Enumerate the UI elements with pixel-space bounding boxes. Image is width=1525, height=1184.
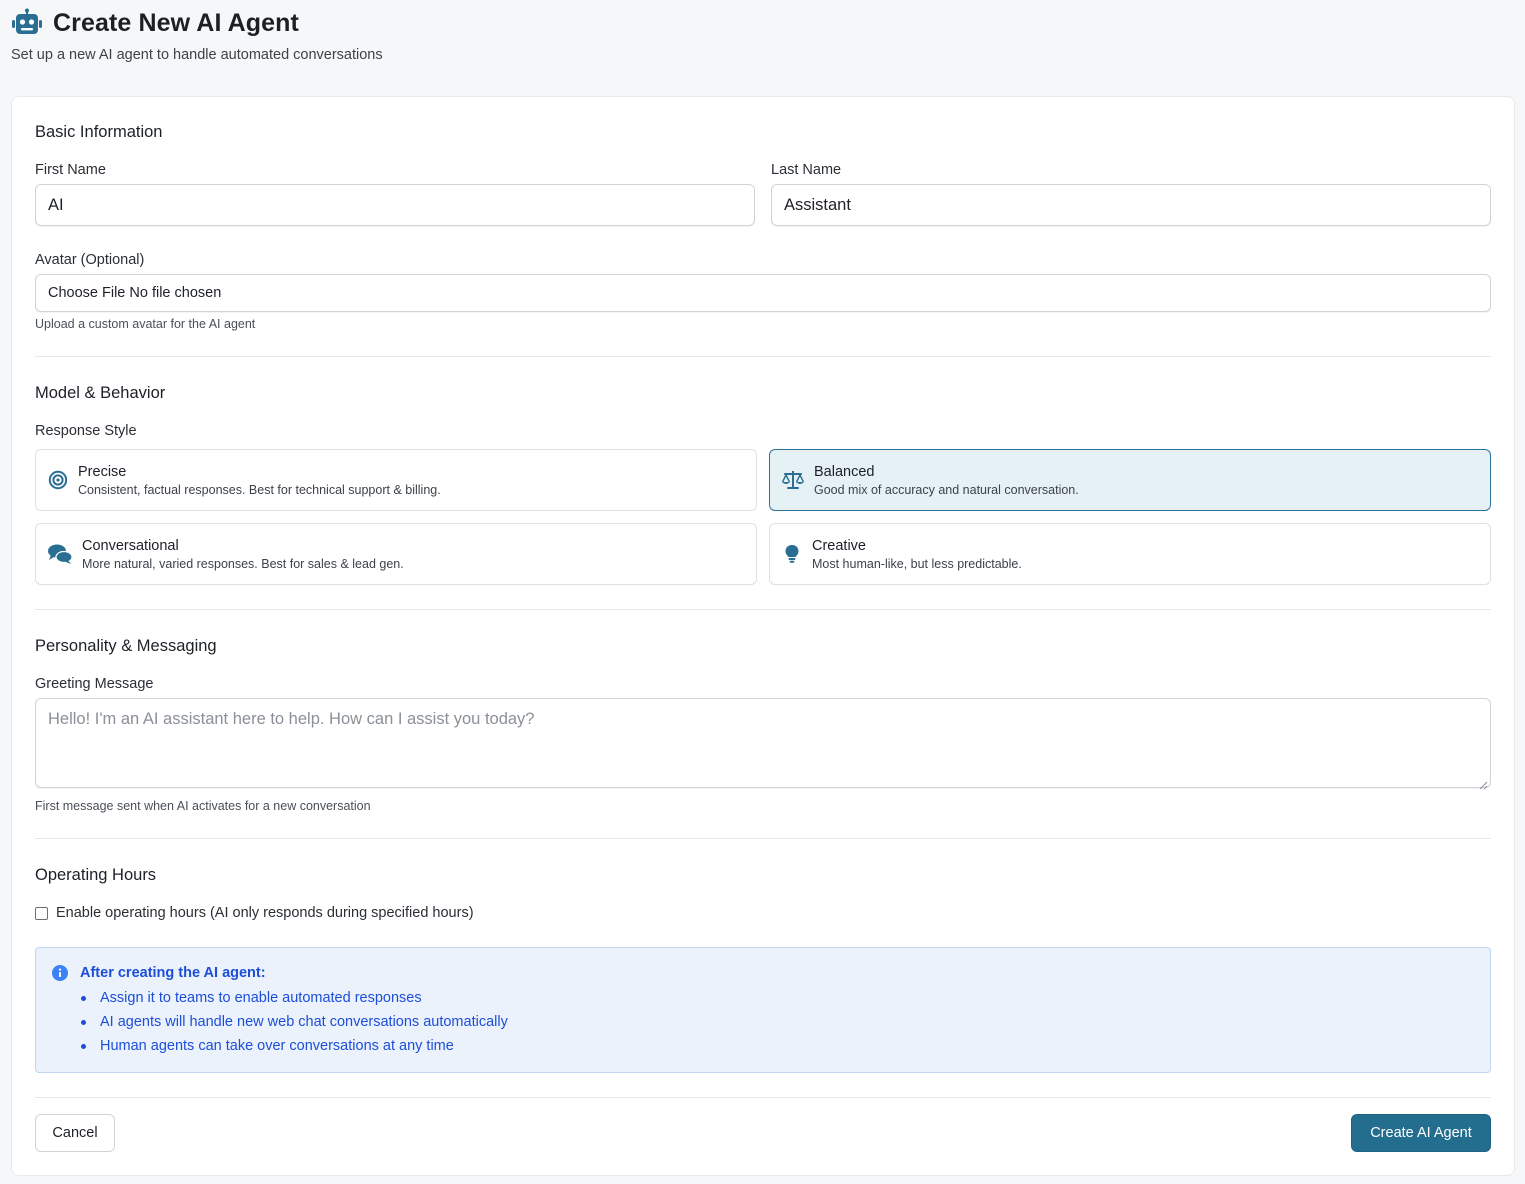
chat-bubbles-icon bbox=[46, 542, 74, 566]
section-title-hours: Operating Hours bbox=[35, 866, 157, 884]
lightbulb-icon bbox=[780, 542, 804, 566]
list-item: Assign it to teams to enable automated r… bbox=[80, 986, 508, 1010]
option-description: Most human-like, but less predictable. bbox=[812, 556, 1022, 571]
option-description: Consistent, factual responses. Best for … bbox=[78, 482, 441, 497]
divider bbox=[35, 838, 1491, 839]
avatar-help-text: Upload a custom avatar for the AI agent bbox=[35, 317, 256, 331]
file-status: No file chosen bbox=[129, 285, 222, 301]
form-card: Basic Information First Name AI Last Nam… bbox=[11, 96, 1515, 1176]
list-item: Human agents can take over conversations… bbox=[80, 1034, 508, 1058]
resize-handle-icon[interactable] bbox=[1479, 776, 1488, 790]
option-title: Precise bbox=[78, 463, 127, 480]
operating-hours-checkbox[interactable] bbox=[35, 906, 48, 920]
info-icon bbox=[52, 965, 68, 986]
choose-file-button[interactable]: Choose File bbox=[48, 285, 125, 301]
option-description: More natural, varied responses. Best for… bbox=[82, 556, 404, 571]
scale-icon bbox=[780, 468, 806, 492]
last-name-input[interactable]: Assistant bbox=[771, 184, 1491, 226]
cancel-button[interactable]: Cancel bbox=[35, 1114, 115, 1152]
page-title: Create New AI Agent bbox=[53, 8, 299, 37]
page-header: Create New AI Agent Set up a new AI agen… bbox=[11, 8, 383, 63]
robot-icon bbox=[11, 8, 43, 38]
style-option-conversational[interactable]: Conversational More natural, varied resp… bbox=[35, 523, 757, 585]
greeting-textarea[interactable]: Hello! I'm an AI assistant here to help.… bbox=[35, 698, 1491, 790]
greeting-placeholder: Hello! I'm an AI assistant here to help.… bbox=[48, 710, 535, 728]
first-name-input[interactable]: AI bbox=[35, 184, 755, 226]
style-option-balanced[interactable]: Balanced Good mix of accuracy and natura… bbox=[769, 449, 1491, 511]
operating-hours-row: Enable operating hours (AI only responds… bbox=[35, 905, 474, 921]
target-icon bbox=[46, 468, 70, 492]
operating-hours-label[interactable]: Enable operating hours (AI only responds… bbox=[56, 905, 474, 921]
style-option-creative[interactable]: Creative Most human-like, but less predi… bbox=[769, 523, 1491, 585]
divider bbox=[35, 1097, 1491, 1098]
info-title: After creating the AI agent: bbox=[80, 965, 266, 981]
first-name-value: AI bbox=[48, 195, 64, 214]
page-subtitle: Set up a new AI agent to handle automate… bbox=[11, 47, 383, 63]
section-title-personality: Personality & Messaging bbox=[35, 637, 217, 655]
greeting-help-text: First message sent when AI activates for… bbox=[35, 799, 371, 813]
info-box: After creating the AI agent: Assign it t… bbox=[35, 947, 1491, 1073]
last-name-value: Assistant bbox=[784, 195, 851, 214]
divider bbox=[35, 609, 1491, 610]
create-ai-agent-button[interactable]: Create AI Agent bbox=[1351, 1114, 1491, 1152]
last-name-label: Last Name bbox=[771, 162, 842, 178]
section-title-basic-info: Basic Information bbox=[35, 123, 163, 141]
response-style-label: Response Style bbox=[35, 423, 137, 439]
avatar-file-input[interactable]: Choose File No file chosen bbox=[35, 274, 1491, 312]
list-item: AI agents will handle new web chat conve… bbox=[80, 1010, 508, 1034]
divider bbox=[35, 356, 1491, 357]
option-title: Conversational bbox=[82, 537, 179, 554]
avatar-label: Avatar (Optional) bbox=[35, 252, 145, 268]
style-option-precise[interactable]: Precise Consistent, factual responses. B… bbox=[35, 449, 757, 511]
greeting-label: Greeting Message bbox=[35, 676, 154, 692]
option-description: Good mix of accuracy and natural convers… bbox=[814, 482, 1079, 497]
option-title: Creative bbox=[812, 537, 866, 554]
first-name-label: First Name bbox=[35, 162, 106, 178]
section-title-model: Model & Behavior bbox=[35, 384, 166, 402]
option-title: Balanced bbox=[814, 463, 875, 480]
info-list: Assign it to teams to enable automated r… bbox=[80, 986, 508, 1058]
